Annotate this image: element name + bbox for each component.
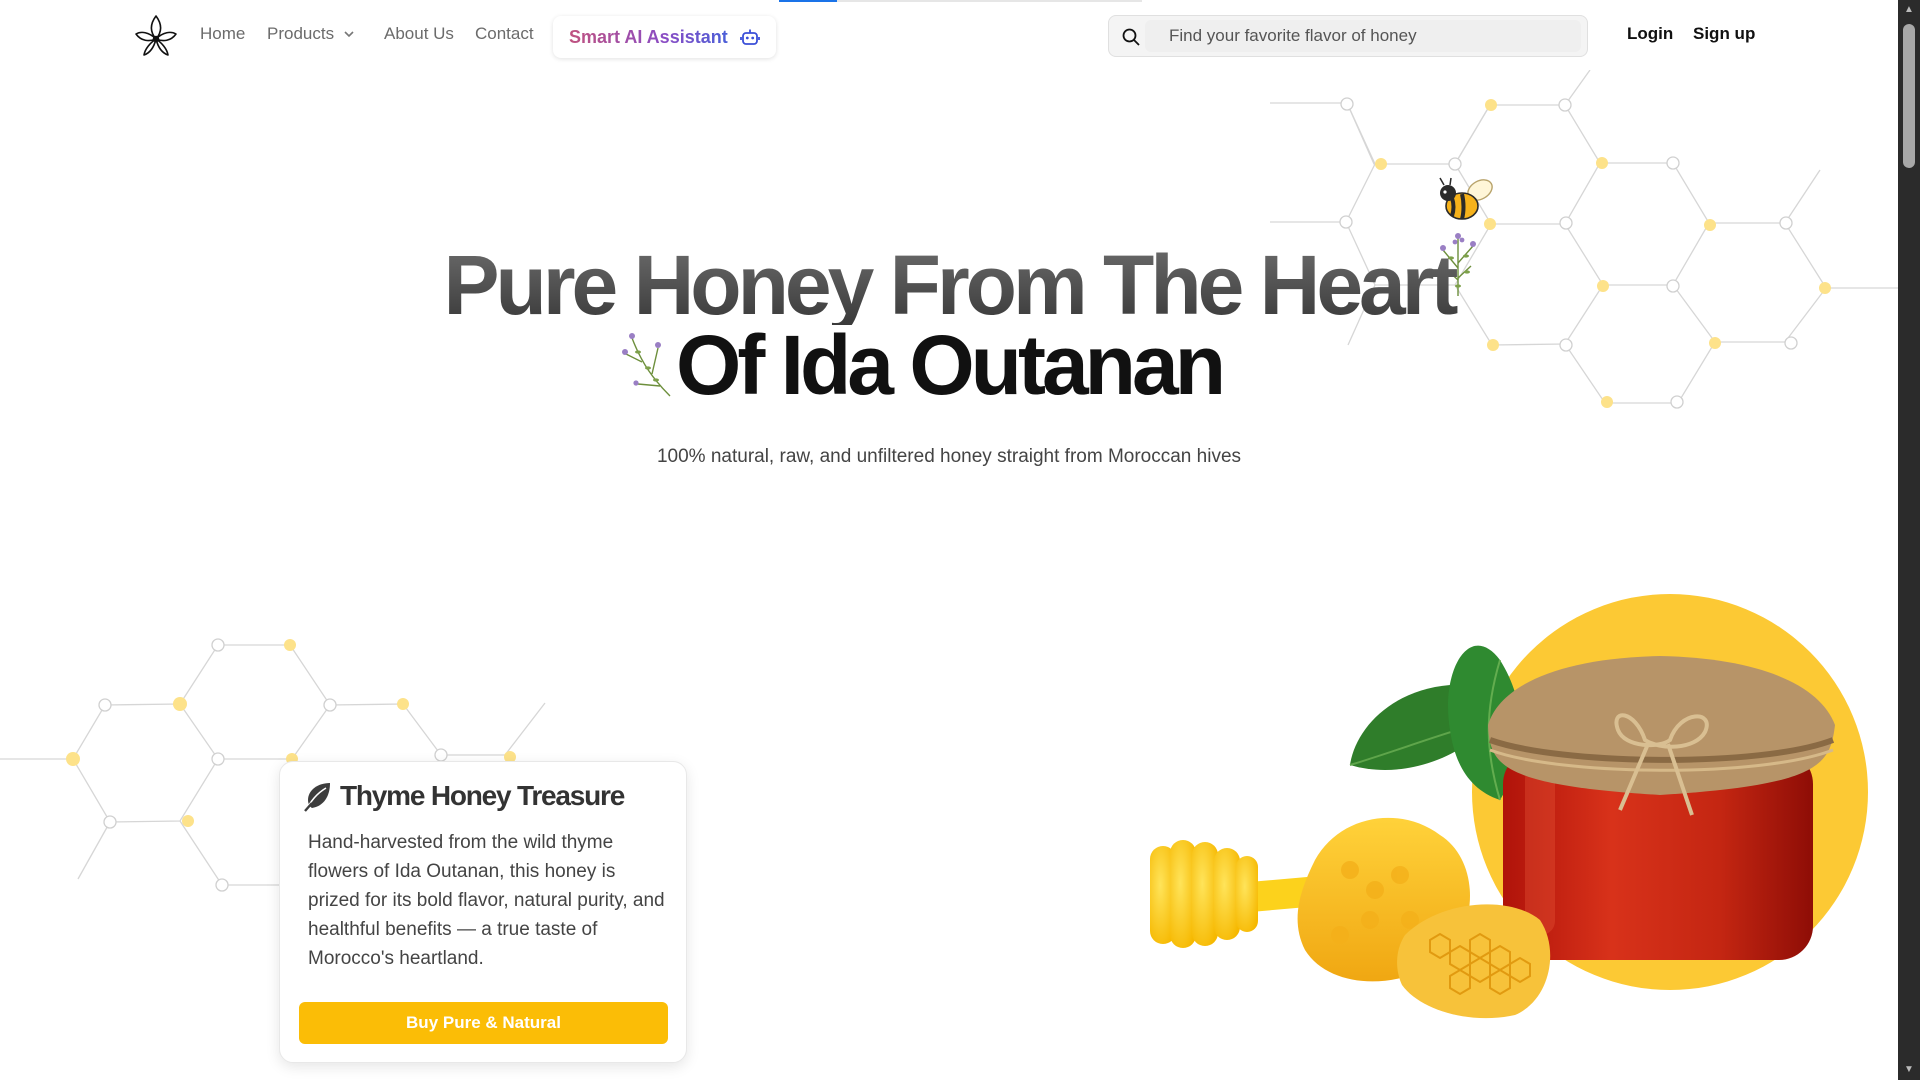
smart-ai-assistant-label: Smart AI Assistant: [569, 26, 728, 47]
buy-button[interactable]: Buy Pure & Natural: [299, 1002, 668, 1044]
hero-title-line1: Pure Honey From The Heart: [0, 243, 1898, 327]
scroll-down-arrow-icon[interactable]: ▼: [1903, 1064, 1915, 1076]
nav-products-label: Products: [267, 24, 335, 43]
scrollbar-thumb[interactable]: [1903, 24, 1915, 168]
nav-about-link[interactable]: About Us: [384, 24, 454, 44]
vertical-scrollbar[interactable]: ▲ ▼: [1898, 0, 1920, 1080]
product-card-description: Hand-harvested from the wild thyme flowe…: [308, 832, 665, 969]
logo-icon[interactable]: [133, 12, 179, 58]
product-card-title: Thyme Honey Treasure: [340, 780, 625, 811]
hero-title: Pure Honey From The Heart Of Ida Outanan: [0, 243, 1898, 412]
product-card: Thyme Honey Treasure Hand-harvested from…: [279, 761, 687, 1063]
nav-contact-link[interactable]: Contact: [475, 24, 534, 44]
honey-jar-image: [1150, 594, 1868, 1019]
bee-icon: [1439, 177, 1493, 220]
top-navbar: Home Products About Us Contact Smart AI …: [0, 0, 1898, 72]
nav-products-link[interactable]: Products: [267, 24, 356, 44]
leaf-icon: [304, 783, 330, 812]
search-bar: [1108, 15, 1588, 57]
signup-link[interactable]: Sign up: [1693, 24, 1755, 44]
hero-title-line2: Of Ida Outanan: [675, 318, 1226, 412]
chevron-down-icon: [344, 31, 354, 38]
login-link[interactable]: Login: [1627, 24, 1673, 44]
search-input[interactable]: [1145, 20, 1581, 52]
nav-home-link[interactable]: Home: [200, 24, 245, 44]
page: Home Products About Us Contact Smart AI …: [0, 0, 1898, 1080]
search-icon[interactable]: [1121, 27, 1141, 47]
scroll-up-arrow-icon[interactable]: ▲: [1903, 4, 1915, 16]
robot-icon: [739, 29, 760, 45]
smart-ai-assistant-button[interactable]: Smart AI Assistant: [553, 16, 776, 58]
hero-subtitle: 100% natural, raw, and unfiltered honey …: [656, 446, 1242, 467]
product-card-header: Thyme Honey Treasure: [302, 780, 625, 812]
